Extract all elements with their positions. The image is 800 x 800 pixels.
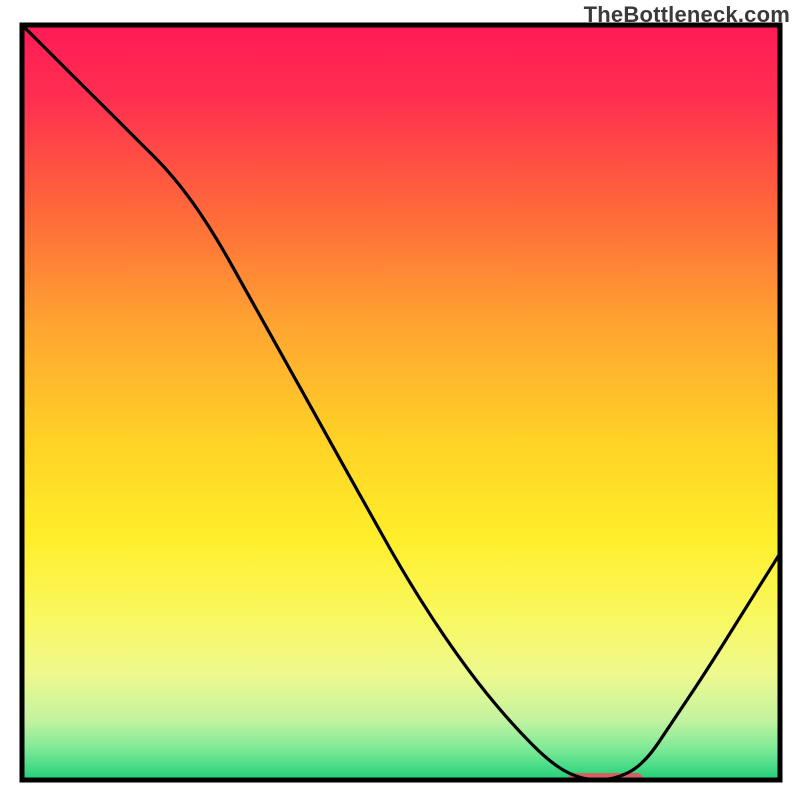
bottleneck-chart [0,0,800,800]
chart-stage: TheBottleneck.com [0,0,800,800]
